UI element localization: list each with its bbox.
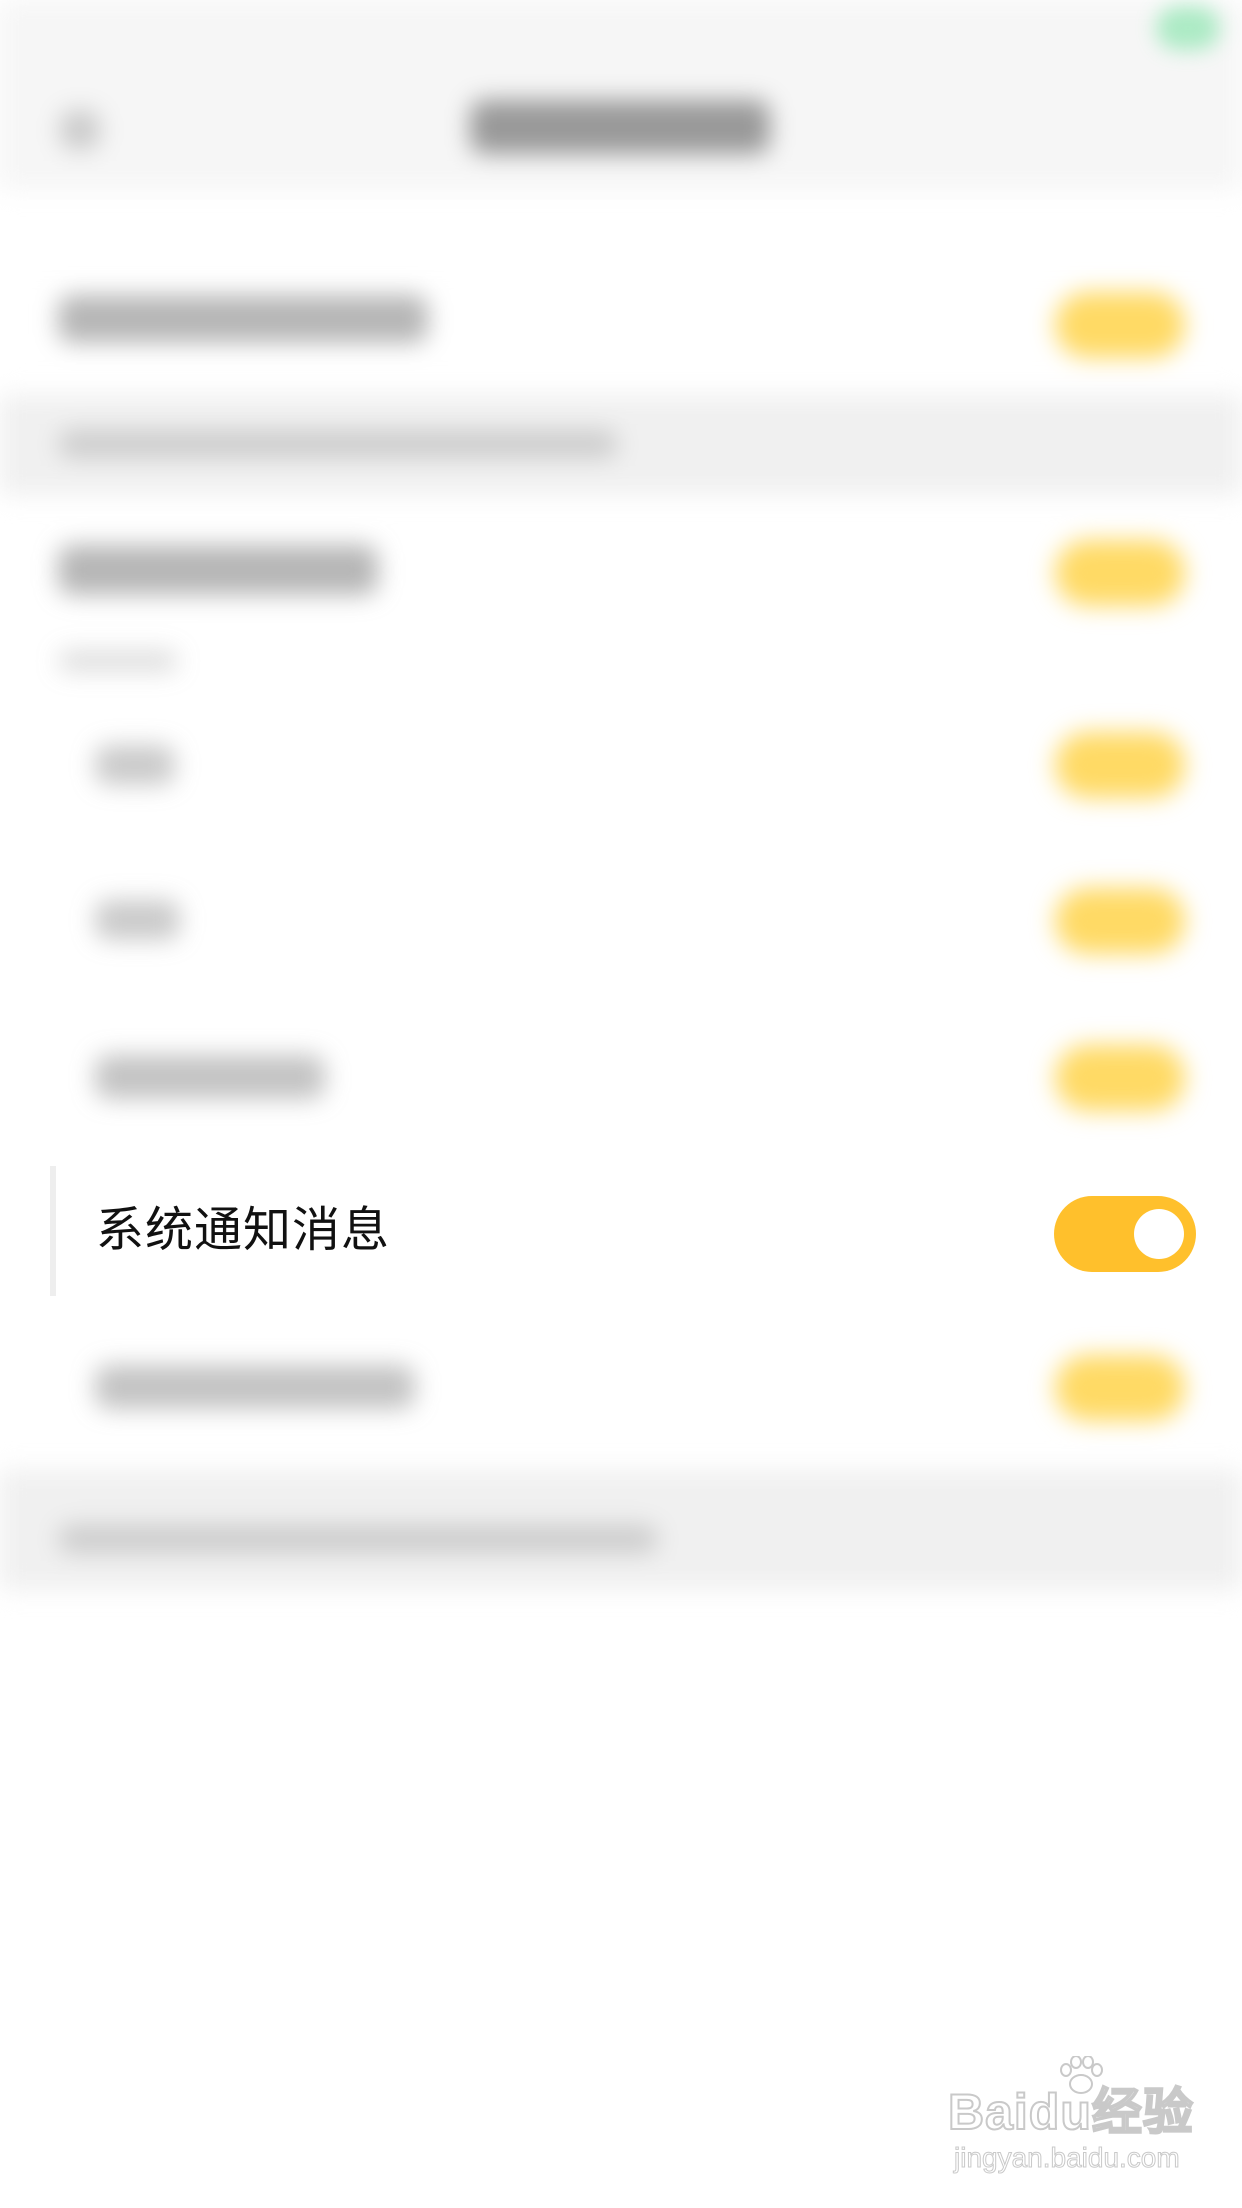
watermark-brand: Baidu经验 (947, 2083, 1194, 2141)
system-notification-toggle[interactable] (1054, 1196, 1196, 1272)
blurred-toggle (1055, 888, 1185, 954)
blurred-nav-bar (0, 0, 1242, 190)
blurred-toggle (1055, 732, 1185, 798)
blurred-background (0, 0, 1242, 2208)
blurred-row-label (95, 1055, 325, 1099)
blurred-toggle (1055, 1045, 1185, 1111)
blurred-hint-text (58, 1525, 658, 1553)
blurred-row-label (95, 900, 180, 940)
blurred-row-label (95, 745, 175, 785)
blurred-back-icon (60, 110, 100, 150)
baidu-jingyan-watermark: Baidu经验 jingyan.baidu.com (947, 2056, 1194, 2182)
status-indicator (1156, 6, 1220, 50)
blurred-row-label (58, 545, 378, 595)
blurred-toggle (1055, 292, 1185, 358)
blurred-toggle (1055, 540, 1185, 606)
system-notification-row[interactable]: 系统通知消息 (50, 1166, 1196, 1296)
blurred-row-label (95, 1365, 415, 1409)
blurred-toggle (1055, 1355, 1185, 1421)
blurred-section-label (58, 650, 178, 672)
toggle-knob (1134, 1209, 1184, 1259)
blurred-page-title (470, 100, 770, 154)
settings-screen: 系统通知消息 Baidu经验 jingyan.baidu.com (0, 0, 1242, 2208)
row-label: 系统通知消息 (96, 1202, 391, 1258)
blurred-row-label (58, 295, 428, 343)
blurred-hint-text (58, 430, 618, 458)
watermark-url: jingyan.baidu.com (954, 2142, 1181, 2174)
